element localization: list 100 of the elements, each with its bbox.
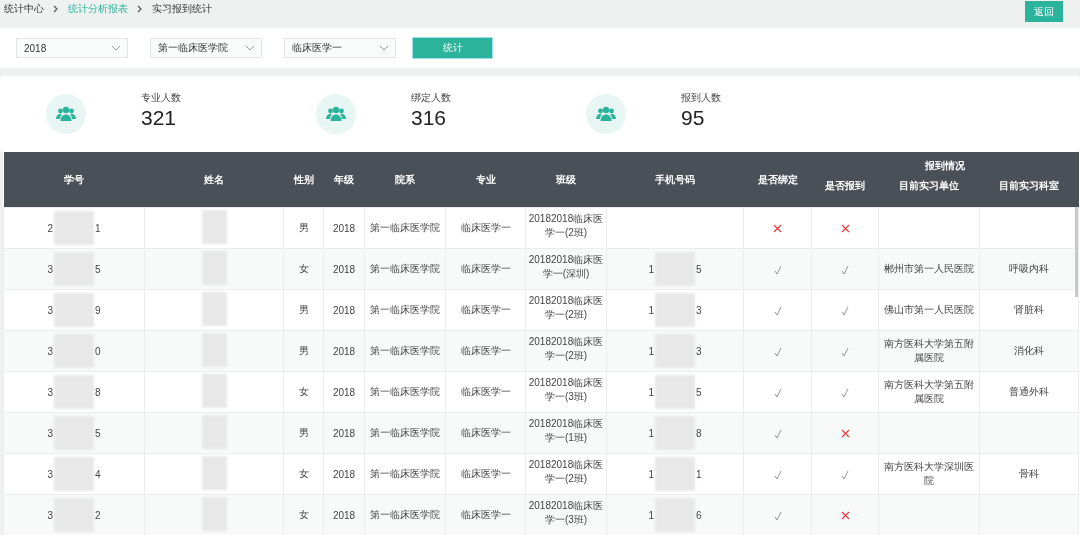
table-cell: 南方医科大学第五附属医院 <box>884 338 974 363</box>
table-cell: 第一临床医学院 <box>370 222 440 233</box>
stat-label: 报到人数 <box>681 91 721 105</box>
chevron-icon <box>53 5 59 13</box>
table-cell: 20182018临床医学一(2班) <box>528 459 604 484</box>
table-cell: 20182018临床医学一(3班) <box>528 377 604 402</box>
table-cell: 2018 <box>332 222 356 234</box>
table-cell: 临床医学一 <box>460 468 511 479</box>
table-cell: 1 <box>648 509 654 521</box>
table-cell: 男 <box>298 427 309 438</box>
table-cell: 郴州市第一人民医院 <box>884 263 974 274</box>
table-cell: 肾脏科 <box>1014 304 1044 315</box>
table-cell: 3 <box>47 468 53 480</box>
table-cell: 3 <box>47 427 53 439</box>
table-cell: 20182018临床医学一(2班) <box>528 213 604 238</box>
table-cell: 1 <box>648 468 654 480</box>
table-cell: 3 <box>47 509 53 521</box>
column-header: 目前实习科室 <box>979 179 1079 208</box>
table-cell: 1 <box>648 304 654 316</box>
table-cell: 女 <box>298 386 309 397</box>
table-cell: 临床医学一 <box>460 509 511 520</box>
table-cell: 2018 <box>332 263 356 275</box>
table-cell: 临床医学一 <box>460 263 511 274</box>
stat-value: 316 <box>411 105 448 131</box>
table-cell: 8 <box>95 386 101 398</box>
table-cell: 临床医学一 <box>460 304 511 315</box>
scrollbar[interactable] <box>1075 207 1078 297</box>
table-cell: 南方医科大学深圳医院 <box>884 461 974 486</box>
table-cell: 1 <box>648 427 654 439</box>
table-cell: 3 <box>47 386 53 398</box>
table-cell: 1 <box>648 345 654 357</box>
table-cell: 9 <box>95 304 101 316</box>
table-cell: 男 <box>298 222 309 233</box>
table-cell: 女 <box>298 509 309 520</box>
table-cell: 第一临床医学院 <box>370 427 440 438</box>
table-cell: 20182018临床医学一(1班) <box>528 418 604 443</box>
table-cell: 临床医学一 <box>460 345 511 356</box>
dropdown[interactable]: 第一临床医学院 <box>150 38 262 58</box>
table-cell: 女 <box>298 468 309 479</box>
dropdown[interactable]: 临床医学一 <box>284 38 396 58</box>
table-cell: 呼吸内科 <box>1009 263 1049 274</box>
column-header: 院系 <box>364 152 446 208</box>
stat-value: 95 <box>681 105 706 131</box>
table-cell: 3 <box>696 304 702 316</box>
breadcrumb-item: 实习报到统计 <box>152 2 212 16</box>
table-cell: 骨科 <box>1019 468 1039 479</box>
table-cell: 第一临床医学院 <box>370 304 440 315</box>
table-cell: 0 <box>95 345 101 357</box>
table-cell: 4 <box>95 468 101 480</box>
table-cell: 1 <box>696 468 702 480</box>
table-cell: 佛山市第一人民医院 <box>884 304 974 315</box>
table-cell: 5 <box>95 427 101 439</box>
table-cell: 3 <box>47 304 53 316</box>
table-cell: 2018 <box>332 304 356 316</box>
table-cell: 2018 <box>332 345 356 357</box>
people-icon <box>586 94 626 134</box>
table-cell: 2 <box>95 509 101 521</box>
column-header: 年级 <box>323 152 365 208</box>
table-cell: 3 <box>47 263 53 275</box>
chevron-down-icon <box>245 45 255 51</box>
column-header: 性别 <box>283 152 324 208</box>
column-header: 手机号码 <box>606 152 744 208</box>
table-cell: 女 <box>298 263 309 274</box>
table-cell: 3 <box>696 345 702 357</box>
table-cell: 20182018临床医学一(深圳) <box>528 254 604 279</box>
dropdown[interactable]: 2018 <box>16 38 128 58</box>
chevron-down-icon <box>379 45 389 51</box>
table-cell: 20182018临床医学一(2班) <box>528 295 604 320</box>
column-header: 学号 <box>3 152 145 208</box>
breadcrumb-item: 统计中心 <box>4 2 44 16</box>
chevron-down-icon <box>111 45 121 51</box>
table-cell: 南方医科大学第五附属医院 <box>884 379 974 404</box>
column-header: 是否绑定 <box>743 152 812 208</box>
table-cell: 第一临床医学院 <box>370 468 440 479</box>
table-cell: 8 <box>696 427 702 439</box>
column-header: 姓名 <box>144 152 284 208</box>
table-cell: 2018 <box>332 427 356 439</box>
table-cell: 男 <box>298 304 309 315</box>
people-icon <box>46 94 86 134</box>
table-cell: 2018 <box>332 386 356 398</box>
table-cell: 6 <box>696 509 702 521</box>
table-cell: 临床医学一 <box>460 386 511 397</box>
table-cell: 第一临床医学院 <box>370 345 440 356</box>
chevron-icon <box>137 5 143 13</box>
table-cell: 第一临床医学院 <box>370 509 440 520</box>
stat-label: 专业人数 <box>141 91 181 105</box>
table-cell: 20182018临床医学一(2班) <box>528 336 604 361</box>
table-cell: 男 <box>298 345 309 356</box>
table-cell: 临床医学一 <box>460 427 511 438</box>
stat-value: 321 <box>141 105 178 131</box>
people-icon <box>316 94 356 134</box>
table-cell: 普通外科 <box>1009 386 1049 397</box>
table-cell: 消化科 <box>1014 345 1044 356</box>
table-cell: 1 <box>648 386 654 398</box>
column-header: 班级 <box>525 152 607 208</box>
table-cell: 临床医学一 <box>460 222 511 233</box>
column-header: 目前实习单位 <box>878 179 980 208</box>
table-cell: 2 <box>47 222 53 234</box>
table-cell: 3 <box>47 345 53 357</box>
table-cell: 1 <box>95 222 101 234</box>
